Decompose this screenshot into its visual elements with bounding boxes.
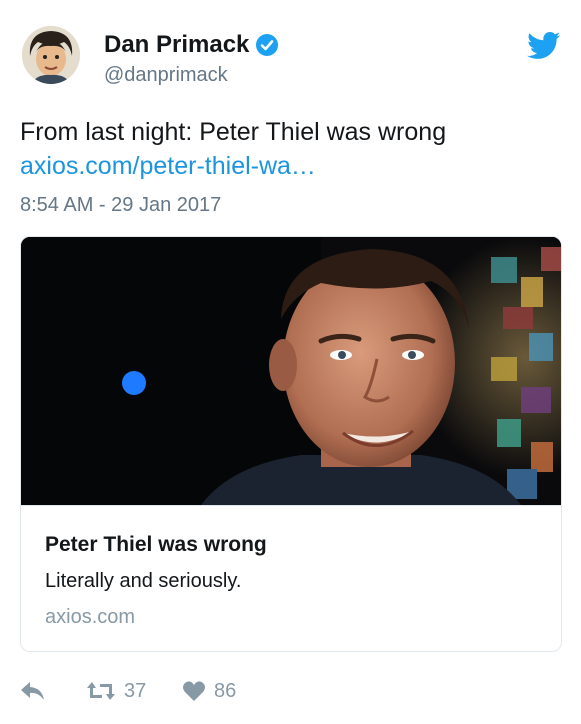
link-card[interactable]: Peter Thiel was wrong Literally and seri… [20, 236, 562, 652]
card-body: Peter Thiel was wrong Literally and seri… [21, 505, 561, 651]
reply-button[interactable] [20, 676, 46, 706]
avatar[interactable] [22, 26, 80, 84]
like-button[interactable]: 86 [182, 676, 236, 706]
card-description: Literally and seriously. [45, 570, 242, 592]
author-handle[interactable]: @danprimack [104, 62, 228, 88]
heart-icon [183, 681, 205, 701]
tweet-embed: Dan Primack @danprimack From last night:… [0, 0, 581, 724]
tweet-timestamp[interactable]: 8:54 AM - 29 Jan 2017 [20, 192, 221, 218]
like-count: 86 [214, 679, 237, 702]
tweet-text: From last night: Peter Thiel was wrong [20, 118, 447, 146]
verified-badge-icon [256, 34, 279, 56]
tweet-link[interactable]: axios.com/peter-thiel-wa… [20, 150, 316, 182]
card-photo-portrait [21, 237, 561, 505]
author-display-name[interactable]: Dan Primack [104, 30, 249, 60]
retweet-icon [87, 682, 115, 700]
author-name-row: Dan Primack [104, 30, 279, 60]
retweet-count: 37 [124, 679, 147, 702]
card-image [21, 237, 561, 505]
avatar-caricature [22, 26, 80, 84]
retweet-button[interactable]: 37 [86, 676, 146, 706]
reply-icon [21, 682, 44, 700]
card-title[interactable]: Peter Thiel was wrong [45, 532, 267, 558]
card-domain: axios.com [45, 606, 136, 628]
twitter-bird-icon[interactable] [527, 32, 561, 60]
